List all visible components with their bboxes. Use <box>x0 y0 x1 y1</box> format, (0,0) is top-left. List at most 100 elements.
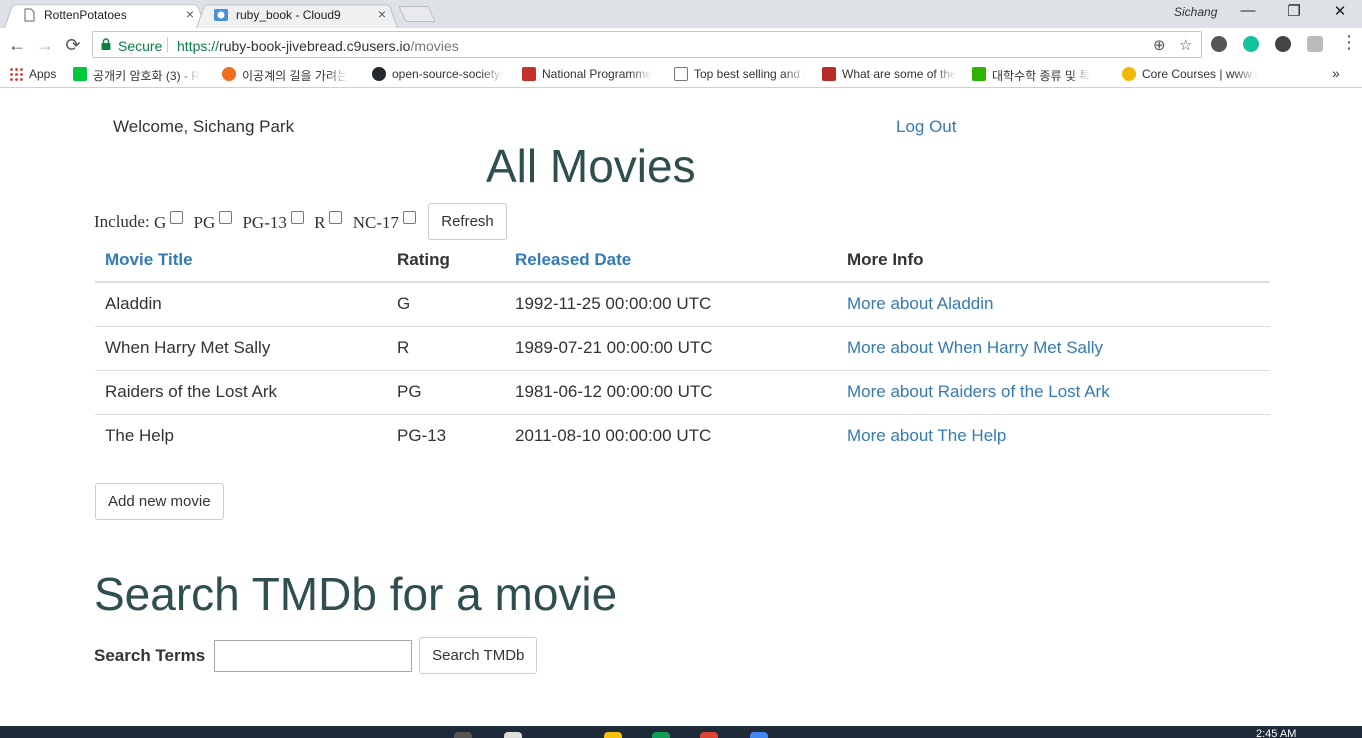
bookmark-star-icon[interactable]: ☆ <box>1179 36 1192 54</box>
rating-filter-r: R <box>314 210 343 233</box>
new-tab-button[interactable] <box>398 6 436 22</box>
add-movie-button[interactable]: Add new movie <box>95 483 224 520</box>
tab-cloud9[interactable]: ruby_book - Cloud9 × <box>196 2 398 28</box>
bookmark-label: 대학수학 종류 및 특 <box>992 69 1091 83</box>
maximize-icon[interactable]: ❐ <box>1280 2 1308 20</box>
table-header-row: Movie Title Rating Released Date More In… <box>95 239 1270 283</box>
rating-checkbox-nc17[interactable] <box>403 210 416 224</box>
more-info-cell: More about The Help <box>837 414 1270 458</box>
rating-filter-form: Include: G PG PG-13 R NC-17 Refresh <box>94 203 507 240</box>
welcome-text: Welcome, Sichang Park <box>113 117 295 136</box>
page-icon <box>24 8 35 22</box>
rating-checkbox-pg13[interactable] <box>290 210 304 224</box>
search-tmdb-button[interactable]: Search TMDb <box>419 637 538 674</box>
bookmark-item[interactable]: Core Courses | www.r <box>1122 67 1258 83</box>
more-info-cell: More about Raiders of the Lost Ark <box>837 370 1270 415</box>
tab-close-icon[interactable]: × <box>378 6 386 22</box>
reload-icon[interactable]: ⟳ <box>62 34 84 56</box>
bookmark-label: What are some of the <box>842 67 957 81</box>
cloud9-icon <box>214 9 228 21</box>
browser-menu-icon[interactable]: ⋮ <box>1340 32 1358 53</box>
sort-by-date-link[interactable]: Released Date <box>515 250 631 269</box>
zoom-icon[interactable]: ⊕ <box>1153 36 1166 54</box>
bookmark-label: 공개키 암호화 (3) - R <box>93 69 200 83</box>
bookmark-apps[interactable]: Apps <box>9 67 56 83</box>
bookmark-item[interactable]: 대학수학 종류 및 특 <box>972 67 1090 83</box>
bookmark-label: Top best selling and l <box>694 67 807 81</box>
tab-title: RottenPotatoes <box>44 8 127 22</box>
rating-filter-g: G <box>153 210 184 233</box>
apps-grid-icon <box>9 67 23 81</box>
bookmark-item[interactable]: open-source-society/ <box>372 67 503 83</box>
search-terms-input[interactable] <box>213 639 412 672</box>
bookmark-label: 이공계의 길을 가려는 <box>242 69 349 83</box>
url-path: /movies <box>410 38 459 54</box>
quora-icon <box>822 67 836 81</box>
rating-checkbox-r[interactable] <box>329 210 343 224</box>
divider <box>167 37 168 53</box>
more-info-cell: More about When Harry Met Sally <box>837 326 1270 371</box>
app-icon[interactable] <box>750 732 768 738</box>
back-icon[interactable]: ← <box>6 34 28 56</box>
page-icon <box>674 67 688 81</box>
more-info-link[interactable]: More about Raiders of the Lost Ark <box>847 382 1110 401</box>
header-released-date: Released Date <box>505 239 837 283</box>
movie-date-cell: 1981-06-12 00:00:00 UTC <box>505 370 837 415</box>
page-content: Welcome, Sichang Park Log Out All Movies… <box>0 89 1362 726</box>
rating-filter-pg: PG <box>193 210 233 233</box>
bookmark-item[interactable]: Top best selling and l <box>674 67 806 83</box>
minimize-icon[interactable]: — <box>1234 2 1262 19</box>
bee-icon <box>1122 67 1136 81</box>
more-bookmarks-icon[interactable]: » <box>1332 65 1340 81</box>
rating-label: PG-13 <box>242 212 287 232</box>
logout-link[interactable]: Log Out <box>896 117 957 137</box>
bookmark-item[interactable]: What are some of the <box>822 67 957 83</box>
bookmark-item[interactable]: 이공계의 길을 가려는 <box>222 67 348 83</box>
address-bar[interactable]: Secure https://ruby-book-jivebread.c9use… <box>92 31 1202 58</box>
grammarly-extension-icon[interactable] <box>1243 36 1259 52</box>
movie-title-cell: Aladdin <box>95 282 387 327</box>
taskview-icon[interactable] <box>454 732 472 738</box>
n-icon <box>522 67 536 81</box>
chrome-icon[interactable] <box>700 732 718 738</box>
lock-icon <box>101 38 111 50</box>
url-host: ruby-book-jivebread.c9users.io <box>219 38 411 54</box>
url-text[interactable]: https://ruby-book-jivebread.c9users.io/m… <box>177 38 459 54</box>
rating-checkbox-pg[interactable] <box>219 210 233 224</box>
sort-by-title-link[interactable]: Movie Title <box>105 250 193 269</box>
movie-rating-cell: PG-13 <box>397 426 447 446</box>
header-rating: Rating <box>387 239 505 283</box>
close-window-icon[interactable]: ✕ <box>1326 2 1354 20</box>
more-info-link[interactable]: More about When Harry Met Sally <box>847 338 1103 357</box>
evernote-extension-icon[interactable] <box>1211 36 1227 52</box>
secure-label: Secure <box>118 38 163 54</box>
movie-title-cell: Raiders of the Lost Ark <box>95 370 387 415</box>
movie-rating-cell: PG <box>387 370 505 415</box>
movie-date-cell: 2011-08-10 00:00:00 UTC <box>515 426 712 446</box>
rating-filter-nc17: NC-17 <box>353 210 416 233</box>
profile-name[interactable]: Sichang <box>1174 5 1217 19</box>
forward-icon[interactable]: → <box>34 34 56 56</box>
bookmark-label: open-source-society/ <box>392 67 504 81</box>
refresh-button[interactable]: Refresh <box>428 203 507 240</box>
rating-checkbox-g[interactable] <box>170 210 184 224</box>
orange-circle-icon <box>222 67 236 81</box>
tab-rottenpotatoes[interactable]: RottenPotatoes × <box>4 2 206 28</box>
rating-label: R <box>314 212 326 232</box>
file-explorer-icon[interactable] <box>504 732 522 738</box>
extension-icon[interactable] <box>1275 36 1291 52</box>
more-info-link[interactable]: More about The Help <box>847 426 1006 445</box>
bookmark-item[interactable]: National Programme <box>522 67 652 83</box>
rating-label: G <box>153 212 167 232</box>
bookmark-item[interactable]: 공개키 암호화 (3) - R <box>73 67 200 83</box>
tab-close-icon[interactable]: × <box>186 6 194 22</box>
movie-date-cell: 1989-07-21 00:00:00 UTC <box>505 326 837 371</box>
more-info-link[interactable]: More about Aladdin <box>847 294 994 313</box>
app-icon[interactable] <box>652 732 670 738</box>
table-row: Raiders of the Lost Ark PG 1981-06-12 00… <box>95 370 1270 415</box>
app-icon[interactable] <box>604 732 622 738</box>
movie-date-cell: 1992-11-25 00:00:00 UTC <box>505 282 837 327</box>
include-label: Include: <box>94 211 150 231</box>
bookmark-label: National Programme <box>542 67 653 81</box>
shield-extension-icon[interactable] <box>1307 36 1323 52</box>
